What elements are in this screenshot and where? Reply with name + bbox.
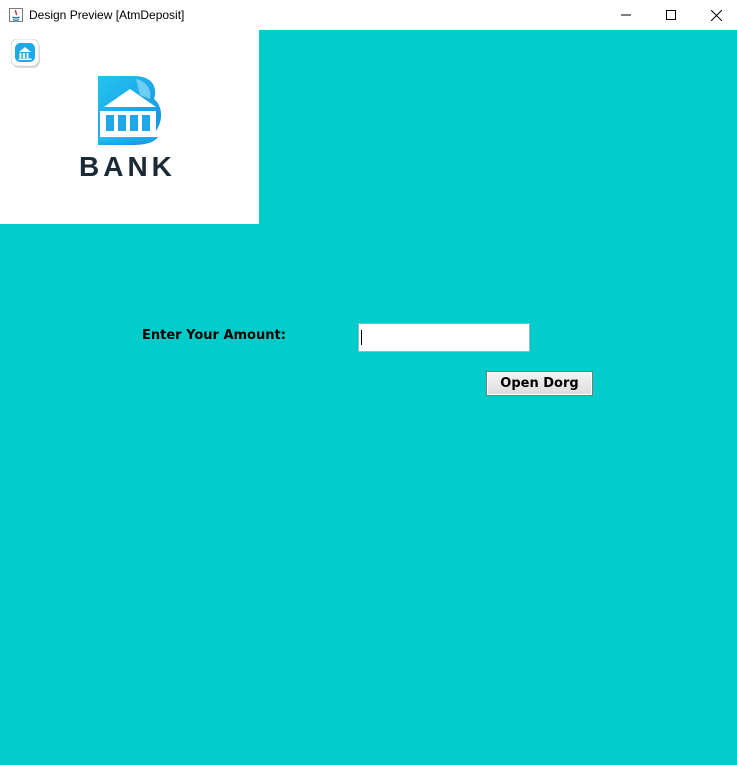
- close-icon: [710, 9, 722, 21]
- logo-panel: BANK: [0, 30, 259, 224]
- text-caret: [361, 330, 362, 345]
- open-dorg-button[interactable]: Open Dorg: [486, 371, 593, 396]
- window-title: Design Preview [AtmDeposit]: [29, 8, 185, 22]
- minimize-icon: [621, 14, 631, 16]
- close-button[interactable]: [693, 0, 737, 30]
- minimize-button[interactable]: [603, 0, 649, 30]
- content-panel: BANK Enter Your Amount: Open Dorg: [0, 30, 737, 765]
- title-bar[interactable]: Design Preview [AtmDeposit]: [0, 0, 737, 30]
- small-bank-icon: [11, 39, 40, 68]
- app-window: Design Preview [AtmDeposit] BANK Enter Y…: [0, 0, 737, 765]
- amount-input[interactable]: [358, 323, 530, 352]
- bank-building-icon: [98, 76, 162, 145]
- amount-label: Enter Your Amount:: [142, 328, 286, 343]
- bank-logo-text: BANK: [79, 151, 176, 182]
- java-app-icon: [9, 8, 23, 22]
- maximize-button[interactable]: [648, 0, 694, 30]
- maximize-icon: [666, 10, 676, 20]
